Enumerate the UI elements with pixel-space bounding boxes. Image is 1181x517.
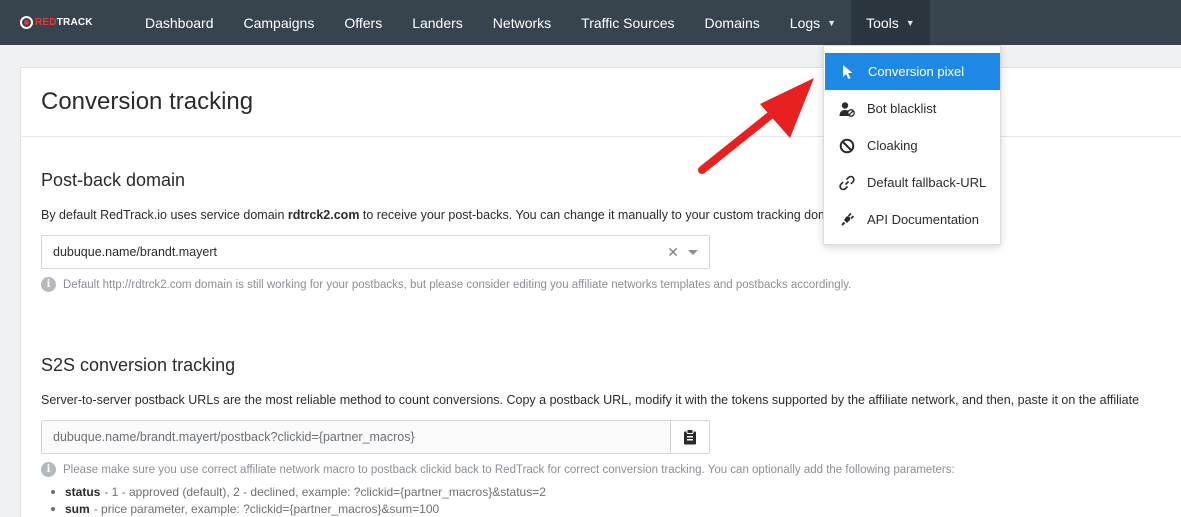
logo-mark-icon (20, 16, 33, 29)
user-block-icon (838, 100, 856, 118)
s2s-tracking-title: S2S conversion tracking (41, 355, 236, 375)
postback-domain-title: Post-back domain (41, 170, 186, 190)
clipboard-icon (684, 429, 696, 445)
info-icon: i (41, 462, 56, 477)
page-title: Conversion tracking (41, 88, 254, 115)
menu-item-cloaking[interactable]: Cloaking (824, 127, 1000, 164)
dropdown-caret-icon[interactable] (688, 250, 698, 255)
bullet-icon (51, 489, 55, 494)
info-icon: i (41, 277, 56, 292)
postback-domain-hint: i Default http://rdtrck2.com domain is s… (41, 277, 851, 292)
s2s-tracking-description: Server-to-server postback URLs are the m… (41, 393, 1140, 407)
menu-item-conversion-pixel[interactable]: Conversion pixel (825, 53, 1000, 90)
chevron-down-icon: ▼ (905, 17, 915, 28)
postback-url-value: dubuque.name/brandt.mayert/postback?clic… (53, 430, 415, 444)
link-icon (838, 174, 856, 192)
nav-tools-label: Tools (866, 14, 899, 31)
s2s-tracking-hint: i Please make sure you use correct affil… (41, 462, 955, 477)
postback-domain-select[interactable]: dubuque.name/brandt.mayert ✕ (41, 235, 710, 269)
nav-logs-label: Logs (789, 14, 821, 31)
top-navbar: REDTRACK Dashboard Campaigns Offers Land… (0, 0, 1181, 45)
plug-icon (838, 211, 856, 229)
nav-offers[interactable]: Offers (329, 0, 397, 45)
menu-item-api-documentation[interactable]: API Documentation (824, 201, 1000, 238)
nav-domains[interactable]: Domains (690, 0, 775, 45)
chevron-down-icon: ▼ (827, 17, 837, 28)
bullet-icon (51, 506, 55, 511)
postback-domain-description: By default RedTrack.io uses service doma… (41, 208, 885, 222)
list-item: status - 1 - approved (default), 2 - dec… (51, 483, 546, 500)
menu-item-default-fallback-url[interactable]: Default fallback-URL (824, 164, 1000, 201)
nav-dashboard[interactable]: Dashboard (130, 0, 229, 45)
nav-traffic-sources[interactable]: Traffic Sources (566, 0, 689, 45)
nav-campaigns[interactable]: Campaigns (229, 0, 330, 45)
card-header: Conversion tracking (21, 68, 1181, 137)
nav-tools[interactable]: Tools ▼ (851, 0, 930, 45)
copy-button[interactable] (670, 421, 709, 453)
ban-icon (838, 137, 856, 155)
nav-logs[interactable]: Logs ▼ (775, 0, 851, 45)
annotation-arrow-icon (698, 78, 814, 174)
optional-parameters-list: status - 1 - approved (default), 2 - dec… (51, 483, 546, 517)
menu-item-bot-blacklist[interactable]: Bot blacklist (824, 90, 1000, 127)
postback-url-field[interactable]: dubuque.name/brandt.mayert/postback?clic… (41, 420, 710, 454)
clear-icon[interactable]: ✕ (667, 244, 679, 261)
tools-dropdown-menu: Conversion pixel Bot blacklist Cloaking (823, 45, 1001, 245)
selected-domain-value: dubuque.name/brandt.mayert (53, 245, 217, 259)
content-card: Conversion tracking Post-back domain By … (20, 67, 1181, 517)
list-item: sum - price parameter, example: ?clickid… (51, 500, 546, 517)
nav-networks[interactable]: Networks (478, 0, 566, 45)
cursor-icon (839, 63, 857, 81)
nav-landers[interactable]: Landers (397, 0, 478, 45)
redtrack-logo[interactable]: REDTRACK (0, 0, 130, 45)
